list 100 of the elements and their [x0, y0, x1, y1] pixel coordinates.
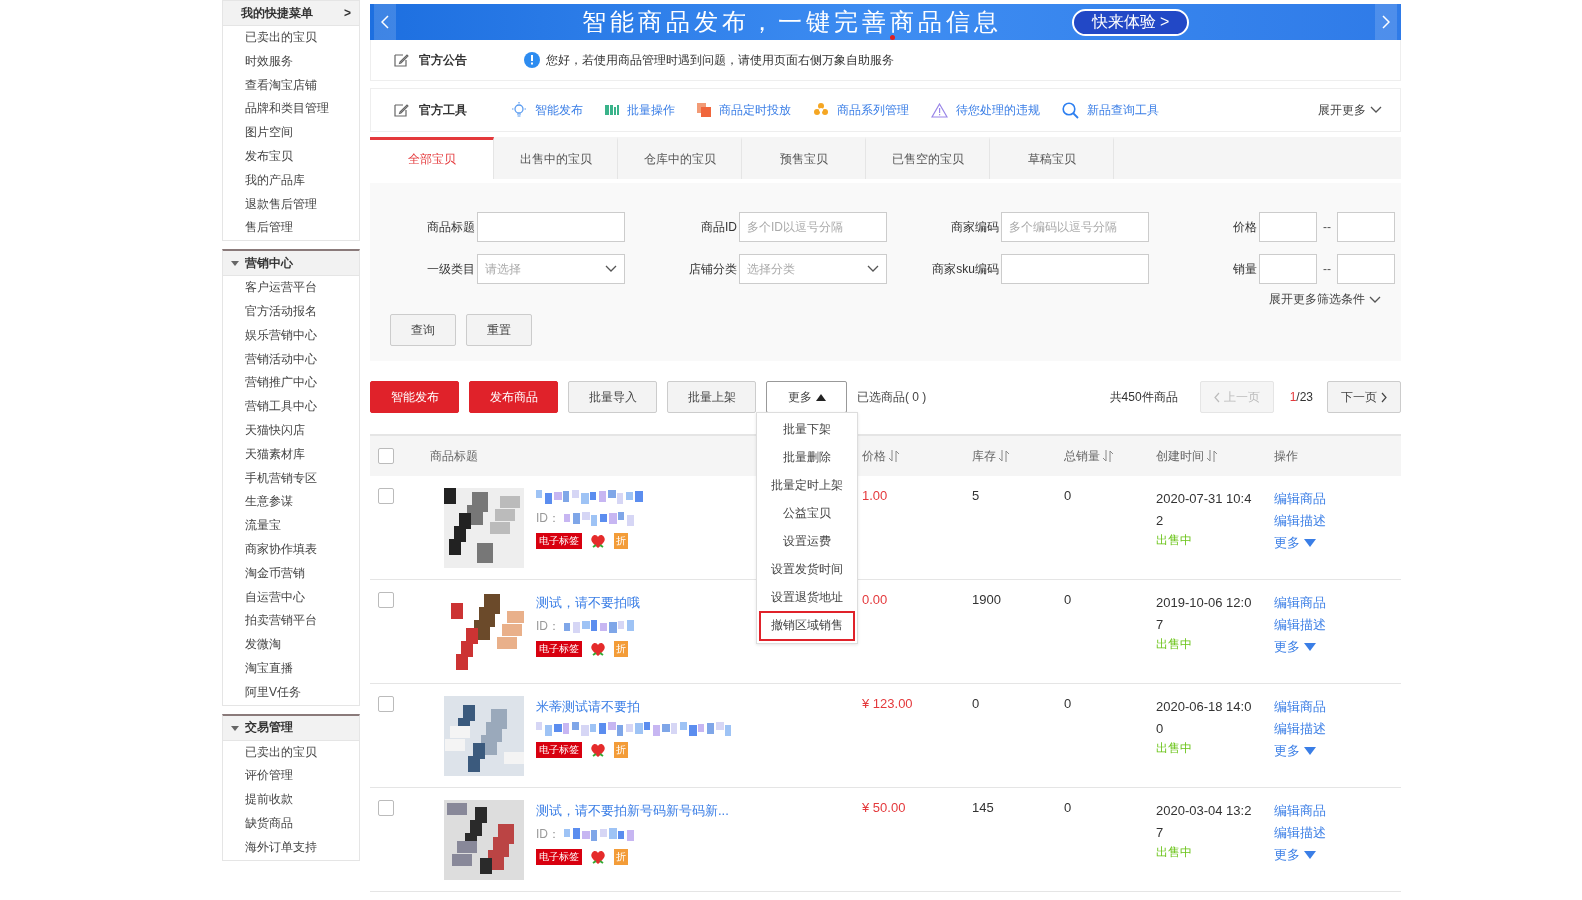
next-page-button[interactable]: 下一页 [1327, 381, 1401, 413]
sidebar-item[interactable]: 拍卖营销平台 [223, 609, 359, 634]
section-toggle[interactable]: > [344, 6, 351, 20]
expand-more-link[interactable]: 展开更多 [1318, 101, 1382, 119]
sidebar-item[interactable]: 我的产品库 [223, 168, 359, 193]
tool-link[interactable]: 待您处理的违规 [956, 101, 1040, 119]
triangle-down-icon [1304, 851, 1316, 859]
menu-item[interactable]: 批量下架 [759, 415, 855, 443]
created-time: 2020-06-18 14:00 [1156, 698, 1252, 738]
menu-item[interactable]: 撤销区域销售 [759, 611, 855, 641]
sidebar-item[interactable]: 营销工具中心 [223, 395, 359, 419]
menu-item[interactable]: 设置退货地址 [759, 583, 855, 611]
sidebar-item[interactable]: 时效服务 [223, 49, 359, 74]
checkbox[interactable] [378, 448, 394, 464]
slide-indicator [890, 35, 895, 40]
input-field[interactable] [1337, 212, 1395, 242]
menu-item[interactable]: 设置发货时间 [759, 555, 855, 583]
sidebar-item[interactable]: 阿里V任务 [223, 680, 359, 705]
sidebar-item[interactable]: 淘金币营销 [223, 561, 359, 586]
product-title-link[interactable]: 米蒂测试请不要拍 [536, 698, 640, 716]
sidebar-item[interactable]: 淘宝直播 [223, 656, 359, 681]
action-link[interactable]: 编辑商品 [1274, 592, 1401, 614]
sidebar-item[interactable]: 提前收款 [223, 788, 359, 812]
sidebar-item[interactable]: 手机营销专区 [223, 466, 359, 491]
sidebar-item[interactable]: 退款售后管理 [223, 192, 359, 217]
tab[interactable]: 预售宝贝 [742, 137, 866, 179]
input-field[interactable] [1337, 254, 1395, 284]
sidebar-item[interactable]: 缺货商品 [223, 811, 359, 836]
action-link[interactable]: 编辑描述 [1274, 718, 1401, 740]
sidebar-item[interactable]: 生意参谋 [223, 490, 359, 515]
checkbox[interactable] [378, 800, 394, 816]
action-link[interactable]: 编辑描述 [1274, 822, 1401, 844]
menu-item[interactable]: 批量删除 [759, 443, 855, 471]
action-button[interactable]: 批量导入 [568, 381, 657, 413]
tab[interactable]: 已售空的宝贝 [866, 137, 990, 179]
input-field[interactable] [1259, 212, 1317, 242]
status-label: 出售中 [1156, 844, 1193, 861]
checkbox[interactable] [378, 488, 394, 504]
action-button[interactable]: 智能发布 [370, 381, 459, 413]
action-link[interactable]: 编辑商品 [1274, 488, 1401, 510]
tool-link[interactable]: 智能发布 [535, 101, 583, 119]
tool-link[interactable]: 商品系列管理 [837, 101, 909, 119]
sidebar-item[interactable]: 天猫快闪店 [223, 418, 359, 443]
more-filters-link[interactable]: 展开更多筛选条件 [1269, 291, 1365, 308]
action-button[interactable]: 发布商品 [469, 381, 558, 413]
more-link[interactable]: 更多 [1274, 844, 1300, 866]
sales-cell-text: 0 [1064, 488, 1073, 503]
action-link[interactable]: 编辑商品 [1274, 800, 1401, 822]
product-title-link[interactable]: 测试，请不要拍新号码新号码新... [536, 802, 729, 820]
sidebar-item[interactable]: 查看淘宝店铺 [223, 73, 359, 98]
sidebar-item[interactable]: 营销推广中心 [223, 371, 359, 396]
sidebar-item[interactable]: 发微淘 [223, 633, 359, 657]
checkbox[interactable] [378, 696, 394, 712]
next-slide-button[interactable] [1375, 4, 1397, 40]
sidebar-item[interactable]: 官方活动报名 [223, 299, 359, 324]
filter-button[interactable]: 查询 [390, 314, 456, 346]
sidebar-item[interactable]: 海外订单支持 [223, 835, 359, 860]
sidebar-item[interactable]: 发布宝贝 [223, 145, 359, 169]
sidebar-item[interactable]: 客户运营平台 [223, 276, 359, 300]
prev-slide-button[interactable] [374, 4, 396, 40]
sidebar-item[interactable]: 营销活动中心 [223, 347, 359, 372]
sidebar-item[interactable]: 娱乐营销中心 [223, 323, 359, 348]
tab[interactable]: 出售中的宝贝 [494, 137, 618, 179]
sidebar-item[interactable]: 已卖出的宝贝 [223, 26, 359, 50]
action-button[interactable]: 批量上架 [667, 381, 756, 413]
discount-label: 折 [614, 742, 628, 758]
tool-link[interactable]: 商品定时投放 [719, 101, 791, 119]
action-link[interactable]: 编辑描述 [1274, 614, 1401, 636]
more-link[interactable]: 更多 [1274, 636, 1300, 658]
chevron-down-icon [1369, 295, 1381, 304]
input-field[interactable] [477, 212, 625, 242]
sidebar-item[interactable]: 已卖出的宝贝 [223, 740, 359, 765]
tag-label: 电子标签 [536, 641, 582, 657]
try-now-button[interactable]: 快来体验 > [1071, 8, 1190, 36]
menu-item[interactable]: 设置运费 [759, 527, 855, 555]
tab[interactable]: 全部宝贝 [370, 137, 494, 179]
tab[interactable]: 草稿宝贝 [990, 137, 1114, 179]
menu-item[interactable]: 批量定时上架 [759, 471, 855, 499]
sidebar-item[interactable]: 流量宝 [223, 514, 359, 538]
more-link[interactable]: 更多 [1274, 740, 1300, 762]
menu-item[interactable]: 公益宝贝 [759, 499, 855, 527]
product-title-link[interactable]: 测试，请不要拍哦 [536, 594, 640, 612]
filter-button[interactable]: 重置 [466, 314, 532, 346]
tab[interactable]: 仓库中的宝贝 [618, 137, 742, 179]
more-link[interactable]: 更多 [1274, 532, 1300, 554]
input-field[interactable] [1001, 254, 1149, 284]
sidebar-item[interactable]: 商家协作填表 [223, 537, 359, 562]
sidebar-item[interactable]: 品牌和类目管理 [223, 97, 359, 122]
tool-link[interactable]: 新品查询工具 [1087, 101, 1159, 119]
sidebar-item[interactable]: 天猫素材库 [223, 442, 359, 467]
sidebar-item[interactable]: 自运营中心 [223, 585, 359, 610]
tool-link[interactable]: 批量操作 [627, 101, 675, 119]
sidebar-item[interactable]: 售后管理 [223, 216, 359, 241]
sidebar-item[interactable]: 图片空间 [223, 121, 359, 145]
sidebar-item[interactable]: 评价管理 [223, 764, 359, 789]
more-menu-button[interactable]: 更多 [766, 381, 847, 413]
input-field[interactable] [1259, 254, 1317, 284]
checkbox[interactable] [378, 592, 394, 608]
action-link[interactable]: 编辑描述 [1274, 510, 1401, 532]
action-link[interactable]: 编辑商品 [1274, 696, 1401, 718]
